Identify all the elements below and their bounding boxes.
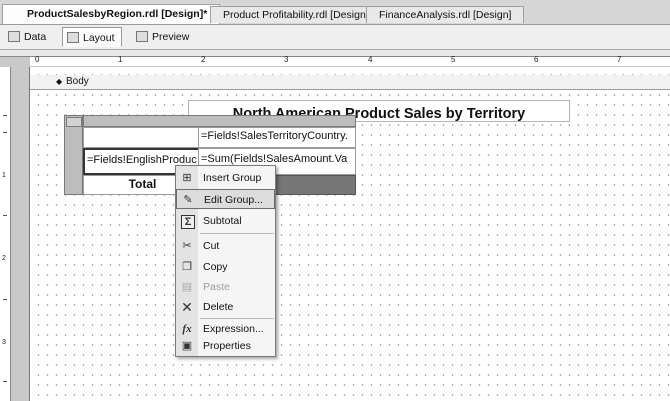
menu-item-label: Insert Group xyxy=(203,172,262,184)
menu-item-label: Paste xyxy=(203,281,230,293)
menu-item-paste[interactable]: ▤ Paste xyxy=(176,277,275,297)
ruler-mark: 2 xyxy=(2,255,6,262)
ruler-tick xyxy=(3,115,7,116)
menu-item-label: Delete xyxy=(203,301,234,313)
subtotal-sigma-icon: Σ xyxy=(181,215,195,229)
body-section-header: ◆ Body xyxy=(30,75,670,90)
ruler-mark: 1 xyxy=(118,55,123,64)
menu-item-properties[interactable]: ▣ Properties xyxy=(176,336,275,356)
edit-group-icon: ✎ xyxy=(183,194,193,206)
menu-item-label: Edit Group... xyxy=(204,194,263,206)
data-icon xyxy=(8,31,20,42)
properties-icon: ▣ xyxy=(181,340,193,352)
ruler-mark: 1 xyxy=(2,172,6,179)
tab-productsalesbyregion[interactable]: ProductSalesbyRegion.rdl [Design]* xyxy=(2,4,221,24)
designer-view-tabs: Data Layout Preview xyxy=(0,25,670,50)
ruler-mark: 2 xyxy=(201,55,206,64)
ruler-mark: 0 xyxy=(35,55,40,64)
table-column-handles[interactable] xyxy=(83,115,356,127)
ruler-mark: 3 xyxy=(284,55,289,64)
tab-financeanalysis[interactable]: FinanceAnalysis.rdl [Design] xyxy=(366,6,525,23)
detail-field: =Sum(Fields!SalesAmount.Va xyxy=(201,153,348,165)
horizontal-ruler: 0 1 2 3 4 5 6 7 xyxy=(30,55,670,66)
delete-x-icon: ✕ xyxy=(181,299,193,315)
vertical-ruler: 1 2 3 xyxy=(0,67,11,401)
insert-group-icon: ⊞ xyxy=(182,172,192,184)
copy-icon: ❐ xyxy=(182,261,192,273)
table-header-empty-cell[interactable] xyxy=(83,127,200,148)
ruler-mark: 5 xyxy=(451,55,456,64)
menu-item-label: Cut xyxy=(203,240,220,252)
body-label: Body xyxy=(66,76,89,87)
menu-item-delete[interactable]: ✕ Delete xyxy=(176,297,275,317)
tab-data-label: Data xyxy=(24,31,47,43)
ruler-tick xyxy=(3,132,7,133)
tab-layout[interactable]: Layout xyxy=(62,27,122,47)
column-group-cell[interactable]: =Fields!SalesTerritoryCountry. xyxy=(198,127,356,148)
table-row-handles[interactable] xyxy=(64,115,83,195)
menu-item-edit-group[interactable]: ✎ Edit Group... xyxy=(176,189,275,209)
ruler-tick xyxy=(3,299,7,300)
menu-item-label: Properties xyxy=(203,340,251,352)
menu-item-label: Copy xyxy=(203,261,228,273)
tab-preview-label: Preview xyxy=(152,31,190,43)
ruler-mark: 6 xyxy=(534,55,539,64)
layout-icon xyxy=(67,32,79,43)
fx-icon: fx xyxy=(182,323,192,335)
menu-separator xyxy=(200,233,274,234)
table-corner-handle[interactable] xyxy=(66,117,82,127)
section-gutter xyxy=(11,67,30,401)
tab-product-profitability[interactable]: Product Profitability.rdl [Design] xyxy=(210,6,382,23)
preview-icon xyxy=(136,31,148,42)
menu-item-subtotal[interactable]: Σ Subtotal xyxy=(176,211,275,231)
total-label: Total xyxy=(128,177,157,191)
menu-item-cut[interactable]: ✂ Cut xyxy=(176,236,275,256)
ruler-mark: 7 xyxy=(617,55,622,64)
document-tab-strip: ProductSalesbyRegion.rdl [Design]* Produ… xyxy=(0,0,670,25)
tab-data[interactable]: Data xyxy=(4,27,52,47)
menu-item-label: Subtotal xyxy=(203,215,242,227)
menu-item-copy[interactable]: ❐ Copy xyxy=(176,257,275,277)
scissors-icon: ✂ xyxy=(182,240,192,252)
section-arrow-icon: ◆ xyxy=(56,77,63,86)
ruler-tick xyxy=(3,381,7,382)
ruler-mark: 3 xyxy=(2,339,6,346)
menu-item-insert-group[interactable]: ⊞ Insert Group xyxy=(176,168,275,188)
ruler-tick xyxy=(3,215,7,216)
paste-icon: ▤ xyxy=(181,281,193,293)
tab-layout-label: Layout xyxy=(83,32,115,44)
ruler-mark: 4 xyxy=(368,55,373,64)
tab-preview[interactable]: Preview xyxy=(132,27,195,47)
column-group-field: =Fields!SalesTerritoryCountry. xyxy=(201,130,348,142)
